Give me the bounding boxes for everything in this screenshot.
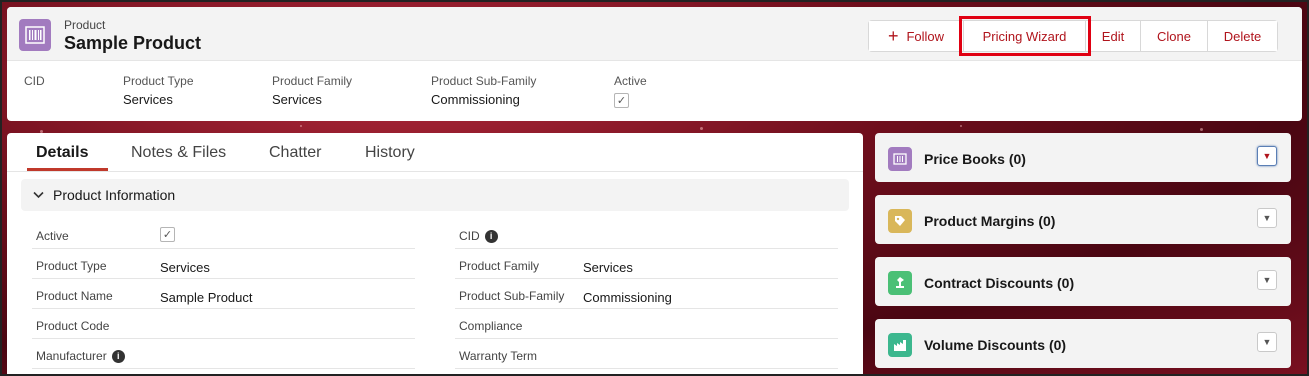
- related-list-product-margins: Product Margins (0) ▼: [875, 195, 1291, 244]
- highlight-product-subfamily: Product Sub-Family Commissioning: [431, 74, 537, 107]
- field-manufacturer: Manufacturer i: [32, 339, 415, 369]
- tab-chatter[interactable]: Chatter: [269, 144, 321, 162]
- delete-button[interactable]: Delete: [1208, 21, 1277, 51]
- clone-button[interactable]: Clone: [1141, 21, 1208, 51]
- chevron-down-icon: ▼: [1262, 151, 1272, 161]
- action-button-group: + Follow Pricing Wizard Edit Clone Delet…: [868, 16, 1278, 56]
- field-product-type: Product Type Services: [32, 249, 415, 279]
- record-title: Sample Product: [64, 33, 202, 53]
- follow-label: Follow: [906, 28, 945, 44]
- field-product-subfamily: Product Sub-Family Commissioning: [455, 279, 838, 309]
- record-header: Product Sample Product + Follow Pricing …: [7, 7, 1302, 121]
- field-active-checkbox: ✓: [160, 227, 175, 242]
- related-list-title[interactable]: Volume Discounts (0): [924, 337, 1066, 353]
- tab-details[interactable]: Details: [36, 144, 88, 162]
- related-list-title[interactable]: Contract Discounts (0): [924, 275, 1074, 291]
- edit-button[interactable]: Edit: [1086, 21, 1141, 51]
- volume-icon: [888, 333, 912, 357]
- section-header-product-information[interactable]: Product Information: [21, 179, 849, 211]
- chevron-down-icon: ▼: [1262, 275, 1272, 285]
- price-book-icon: [888, 147, 912, 171]
- tab-notes-files[interactable]: Notes & Files: [131, 144, 226, 162]
- dropdown-button[interactable]: ▼: [1257, 146, 1277, 166]
- pricing-wizard-button[interactable]: Pricing Wizard: [959, 16, 1091, 56]
- field-product-name: Product Name Sample Product: [32, 279, 415, 309]
- highlights-panel: CID Product Type Services Product Family…: [7, 61, 1302, 121]
- plus-icon: +: [887, 26, 899, 46]
- info-icon[interactable]: i: [111, 349, 125, 363]
- tab-bar: Details Notes & Files Chatter History: [7, 133, 863, 172]
- info-icon[interactable]: i: [484, 229, 498, 243]
- dropdown-button[interactable]: ▼: [1257, 332, 1277, 352]
- section-title: Product Information: [53, 187, 176, 203]
- field-product-code: Product Code: [32, 309, 415, 339]
- contract-icon: [888, 271, 912, 295]
- highlight-cid: CID: [24, 74, 45, 88]
- related-list-price-books: Price Books (0) ▼: [875, 133, 1291, 182]
- related-list-title[interactable]: Product Margins (0): [924, 213, 1055, 229]
- chevron-down-icon: [33, 188, 47, 202]
- active-checkbox: ✓: [614, 93, 629, 108]
- chevron-down-icon: ▼: [1262, 337, 1272, 347]
- field-product-family: Product Family Services: [455, 249, 838, 279]
- field-compliance: Compliance: [455, 309, 838, 339]
- record-header-top: Product Sample Product + Follow Pricing …: [7, 7, 1302, 61]
- object-label: Product: [64, 18, 106, 32]
- highlight-product-type: Product Type Services: [123, 74, 194, 107]
- chevron-down-icon: ▼: [1262, 213, 1272, 223]
- active-tab-indicator: [27, 168, 108, 171]
- related-list-title[interactable]: Price Books (0): [924, 151, 1026, 167]
- follow-button[interactable]: + Follow: [869, 21, 964, 51]
- dropdown-button[interactable]: ▼: [1257, 270, 1277, 290]
- related-list-contract-discounts: Contract Discounts (0) ▼: [875, 257, 1291, 306]
- product-barcode-icon: [19, 19, 51, 51]
- field-active: Active ✓: [32, 219, 415, 249]
- details-card: Details Notes & Files Chatter History Pr…: [7, 133, 863, 376]
- field-warranty-term: Warranty Term: [455, 339, 838, 369]
- tab-history[interactable]: History: [365, 144, 415, 162]
- field-cid: CID i: [455, 219, 838, 249]
- highlight-active: Active ✓: [614, 74, 647, 108]
- dropdown-button[interactable]: ▼: [1257, 208, 1277, 228]
- margins-icon: [888, 209, 912, 233]
- related-list-volume-discounts: Volume Discounts (0) ▼: [875, 319, 1291, 368]
- highlight-product-family: Product Family Services: [272, 74, 353, 107]
